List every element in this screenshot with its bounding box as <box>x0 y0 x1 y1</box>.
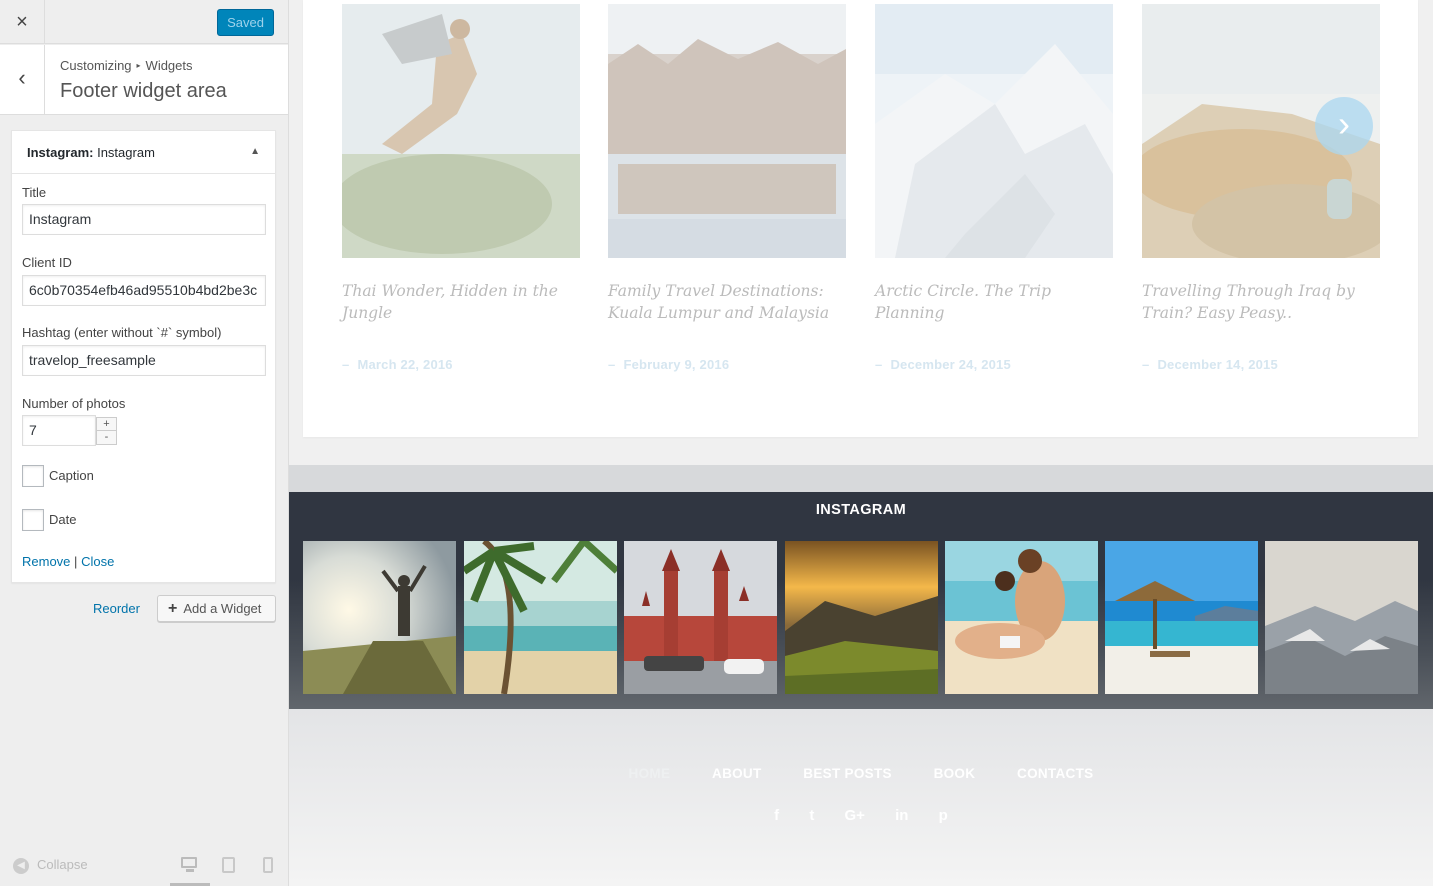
customizer-sidebar: × Saved ‹ Customizing ▸ Widgets Footer wid… <box>0 0 289 886</box>
google-plus-icon[interactable]: G+ <box>845 807 865 824</box>
instagram-photo[interactable] <box>1105 541 1258 694</box>
linkedin-icon[interactable]: in <box>895 807 908 824</box>
post-image[interactable] <box>608 4 846 258</box>
collapse-arrow-icon[interactable]: ▲ <box>250 146 260 157</box>
instagram-widget-panel: Instagram: Instagram ▲ Title Instagram C… <box>11 130 276 583</box>
facebook-icon[interactable]: f <box>774 807 779 824</box>
title-input[interactable]: Instagram <box>22 204 266 235</box>
post-card[interactable]: Thai Wonder, Hidden in the Jungle – March… <box>342 4 580 372</box>
client-id-label: Client ID <box>22 255 72 270</box>
breadcrumb: Customizing ▸ Widgets <box>60 58 193 73</box>
saved-button[interactable]: Saved <box>217 9 274 36</box>
breadcrumb-separator-icon: ▸ <box>136 61 141 70</box>
pinterest-icon[interactable]: p <box>939 807 948 824</box>
post-title[interactable]: Family Travel Destinations: Kuala Lumpur… <box>608 280 846 324</box>
chevron-right-icon: › <box>1338 103 1350 144</box>
post-image[interactable] <box>342 4 580 258</box>
date-label: Date <box>49 512 77 527</box>
close-link[interactable]: Close <box>81 554 114 569</box>
instagram-title: INSTAGRAM <box>815 502 907 518</box>
footer-nav-contacts[interactable]: CONTACTS <box>1017 766 1093 781</box>
footer-nav-book[interactable]: BOOK <box>934 766 976 781</box>
post-date: – March 22, 2016 <box>342 357 453 372</box>
twitter-icon[interactable]: t <box>809 807 814 824</box>
instagram-widget: INSTAGRAM <box>289 492 1433 709</box>
number-of-photos-label: Number of photos <box>22 396 126 411</box>
back-button[interactable]: ‹ <box>0 45 45 114</box>
photos-stepper[interactable]: + - <box>96 417 117 445</box>
close-customizer-button[interactable]: × <box>0 0 45 44</box>
footer-divider <box>289 465 1433 492</box>
post-title[interactable]: Travelling Through Iraq by Train? Easy P… <box>1142 280 1380 324</box>
chevron-left-icon: ‹ <box>18 65 26 90</box>
post-date: – February 9, 2016 <box>608 357 730 372</box>
site-footer: HOME ABOUT BEST POSTS BOOK CONTACTS f t … <box>289 709 1433 886</box>
caption-label: Caption <box>49 468 94 483</box>
widget-title: Instagram: Instagram <box>27 145 155 160</box>
post-image[interactable] <box>875 4 1113 258</box>
tablet-preview-icon[interactable] <box>222 857 235 873</box>
mobile-preview-icon[interactable] <box>263 857 273 873</box>
add-widget-button[interactable]: + Add a Widget <box>157 595 276 622</box>
decrement-button[interactable]: - <box>97 431 116 444</box>
widget-type-label: Instagram: <box>27 145 94 160</box>
footer-nav-best-posts[interactable]: BEST POSTS <box>803 766 892 781</box>
hashtag-label: Hashtag (enter without `#` symbol) <box>22 325 222 340</box>
customizer-header: × Saved <box>0 0 288 44</box>
breadcrumb-parent: Customizing <box>60 58 132 73</box>
post-title[interactable]: Thai Wonder, Hidden in the Jungle <box>342 280 580 324</box>
site-preview: Thai Wonder, Hidden in the Jungle – March… <box>289 0 1433 886</box>
section-title: Footer widget area <box>60 80 227 102</box>
widget-header[interactable]: Instagram: Instagram ▲ <box>12 131 275 174</box>
collapse-icon: ◀ <box>13 857 29 874</box>
instagram-photo[interactable] <box>624 541 777 694</box>
breadcrumb-current: Widgets <box>145 58 193 73</box>
customizer-footer: ◀ Collapse <box>0 843 288 886</box>
reorder-link[interactable]: Reorder <box>93 601 140 616</box>
instagram-photo[interactable] <box>785 541 938 694</box>
number-of-photos-input[interactable]: 7 <box>22 415 96 446</box>
section-header: ‹ Customizing ▸ Widgets Footer widget area <box>0 45 288 115</box>
client-id-input[interactable]: 6c0b70354efb46ad95510b4bd2be3c <box>22 275 266 306</box>
posts-carousel: Thai Wonder, Hidden in the Jungle – March… <box>303 0 1418 437</box>
close-icon: × <box>16 11 28 33</box>
footer-nav-about[interactable]: ABOUT <box>712 766 762 781</box>
post-card[interactable]: Arctic Circle. The Trip Planning – Decemb… <box>875 4 1113 372</box>
post-card[interactable]: Family Travel Destinations: Kuala Lumpur… <box>608 4 846 372</box>
caption-checkbox[interactable] <box>22 465 44 487</box>
date-checkbox[interactable] <box>22 509 44 531</box>
post-date: – December 24, 2015 <box>875 357 1011 372</box>
instagram-photo[interactable] <box>464 541 617 694</box>
remove-link[interactable]: Remove <box>22 554 70 569</box>
footer-nav: HOME ABOUT BEST POSTS BOOK CONTACTS <box>289 766 1433 781</box>
collapse-label: Collapse <box>37 857 88 872</box>
post-date: – December 14, 2015 <box>1142 357 1278 372</box>
title-label: Title <box>22 185 47 200</box>
desktop-preview-icon[interactable] <box>181 857 198 873</box>
instagram-photo[interactable] <box>1265 541 1418 694</box>
collapse-button[interactable]: ◀ Collapse <box>13 857 88 874</box>
widget-actions: Remove | Close <box>22 554 114 569</box>
instagram-photo[interactable] <box>303 541 456 694</box>
plus-icon: + <box>168 600 178 617</box>
footer-nav-home[interactable]: HOME <box>629 766 671 781</box>
carousel-next-button[interactable]: › <box>1315 97 1373 155</box>
instagram-photo[interactable] <box>945 541 1098 694</box>
hashtag-input[interactable]: travelop_freesample <box>22 345 266 376</box>
widget-name: Instagram <box>97 145 155 160</box>
social-links: f t G+ in p <box>289 807 1433 824</box>
add-widget-label: Add a Widget <box>183 601 262 616</box>
actions-separator: | <box>74 554 78 569</box>
increment-button[interactable]: + <box>97 418 116 431</box>
post-title[interactable]: Arctic Circle. The Trip Planning <box>875 280 1113 324</box>
